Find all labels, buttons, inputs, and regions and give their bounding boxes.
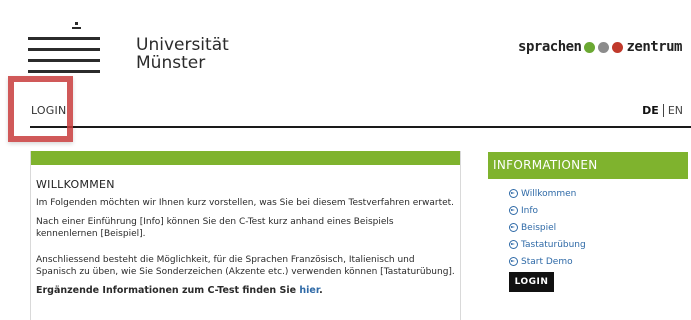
sidebar-nav: Willkommen Info Beispiel Tastaturübung S…: [509, 185, 586, 270]
circle-arrow-right-icon: [509, 240, 518, 249]
page-title: WILLKOMMEN: [36, 178, 115, 191]
sidebar-item-willkommen[interactable]: Willkommen: [509, 185, 586, 202]
spz-dot-red: [612, 41, 624, 53]
spz-dot-grey: [598, 41, 610, 53]
spz-dot-green: [584, 41, 596, 53]
sidebar-item-label: Willkommen: [521, 188, 577, 199]
spz-logo-text-right: zentrum: [626, 39, 682, 55]
lang-en[interactable]: EN: [668, 104, 683, 117]
language-switcher: DE EN: [642, 104, 683, 117]
login-highlight-box: [8, 76, 73, 142]
sidebar-item-start-demo[interactable]: Start Demo: [509, 253, 586, 270]
practice-paragraph: Anschliessend besteht die Möglichkeit, f…: [36, 255, 455, 277]
university-name-line2: Münster: [136, 53, 206, 73]
more-info-link[interactable]: hier: [299, 285, 319, 296]
main-content: WILLKOMMEN Im Folgenden möchten wir Ihne…: [36, 179, 456, 304]
main-panel: WILLKOMMEN Im Folgenden möchten wir Ihne…: [30, 151, 461, 320]
intro-paragraph: Im Folgenden möchten wir Ihnen kurz vors…: [36, 198, 455, 208]
sidebar-item-label: Tastaturübung: [521, 239, 586, 250]
more-info-paragraph: Ergänzende Informationen zum C-Test find…: [36, 285, 456, 297]
sidebar-item-tastaturuebung[interactable]: Tastaturübung: [509, 236, 586, 253]
nav-divider: [30, 126, 691, 128]
spz-logo-text-left: sprachen: [518, 39, 582, 55]
sidebar-login-button[interactable]: LOGIN: [509, 272, 554, 292]
circle-arrow-right-icon: [509, 257, 518, 266]
sidebar-item-label: Start Demo: [521, 256, 573, 267]
lang-separator: [662, 104, 664, 117]
circle-arrow-right-icon: [509, 189, 518, 198]
lang-de[interactable]: DE: [642, 104, 659, 117]
sidebar-item-label: Info: [521, 205, 539, 216]
sidebar-item-label: Beispiel: [521, 222, 557, 233]
sidebar-title: INFORMATIONEN: [488, 152, 688, 179]
university-logo[interactable]: Universität Münster: [28, 17, 238, 79]
circle-arrow-right-icon: [509, 223, 518, 232]
more-info-suffix: .: [319, 285, 323, 296]
university-name-line1: Universität: [136, 35, 229, 55]
university-name: Universität Münster: [136, 36, 229, 72]
sidebar-item-beispiel[interactable]: Beispiel: [509, 219, 586, 236]
sidebar-item-info[interactable]: Info: [509, 202, 586, 219]
circle-arrow-right-icon: [509, 206, 518, 215]
info-paragraph: Nach einer Einführung [Info] können Sie …: [36, 217, 394, 239]
more-info-text: Ergänzende Informationen zum C-Test find…: [36, 285, 297, 296]
sprachenzentrum-logo[interactable]: sprachen zentrum: [518, 38, 682, 56]
main-panel-header-bar: [31, 151, 460, 165]
